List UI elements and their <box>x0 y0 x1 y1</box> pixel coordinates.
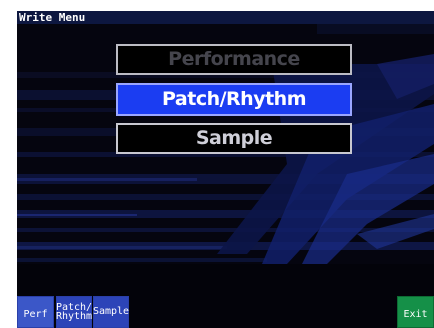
perf-softkey[interactable]: Perf <box>17 296 54 328</box>
exit-softkey[interactable]: Exit <box>397 296 434 328</box>
menu-item-sample[interactable]: Sample <box>116 123 352 154</box>
patch-softkey-label-line2: Rhythm <box>55 311 93 322</box>
sample-softkey[interactable]: Sample <box>93 296 129 328</box>
patch-rhythm-softkey[interactable]: Patch/ Rhythm <box>56 296 92 328</box>
write-menu-screen: Write Menu Performance Patch/Rhythm Samp… <box>0 0 434 328</box>
menu-display-area: Performance Patch/Rhythm Sample <box>17 24 434 328</box>
window-title: Write Menu <box>19 11 86 24</box>
title-bar: Write Menu <box>17 11 434 24</box>
menu-item-patch-rhythm[interactable]: Patch/Rhythm <box>116 83 352 116</box>
menu-item-performance[interactable]: Performance <box>116 44 352 75</box>
softkey-bar: Perf Patch/ Rhythm Sample Exit <box>17 296 434 328</box>
